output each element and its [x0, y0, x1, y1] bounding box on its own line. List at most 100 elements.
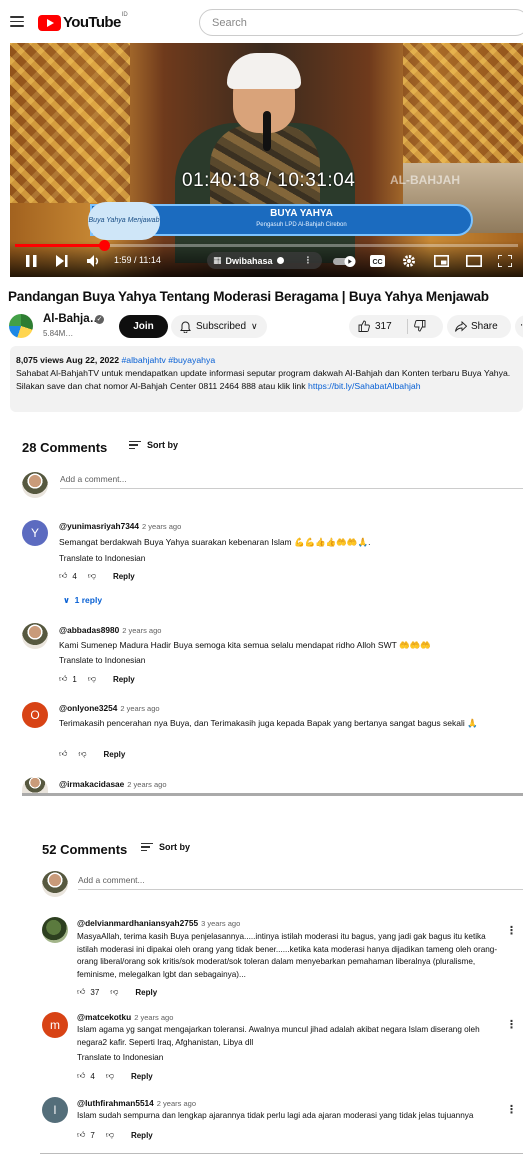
add-comment-input[interactable]: Add a comment... — [78, 875, 145, 885]
track-dot-icon — [276, 257, 284, 264]
logo-country: ID — [121, 12, 128, 18]
thumb-down-icon[interactable]: 👎︎ — [88, 571, 96, 581]
hashtags[interactable]: #albahjahtv #buyayahya — [121, 355, 215, 365]
channel-avatar[interactable] — [9, 314, 33, 338]
search-input[interactable]: Search — [199, 9, 523, 36]
subscribed-button[interactable]: Subscribed ∨ — [171, 315, 267, 338]
thumb-down-icon[interactable]: 👎︎ — [88, 674, 96, 684]
more-actions-button[interactable]: ⋯ — [515, 315, 523, 338]
comment-author[interactable]: @luthfirahman5514 2 years ago — [77, 1098, 196, 1108]
join-button[interactable]: Join — [119, 315, 168, 338]
top-bar: YouTube ID Search — [0, 0, 523, 44]
channel-name[interactable]: Al-Bahja… — [43, 313, 101, 325]
menu-icon[interactable] — [10, 16, 24, 27]
logo-text: YouTube — [63, 14, 121, 31]
thumb-up-icon[interactable]: 👍︎ — [59, 749, 67, 759]
comment-time: 3 years ago — [201, 919, 241, 928]
comment-text: Islam agama yg sangat mengajarkan tolera… — [77, 1025, 480, 1047]
translate-link[interactable]: Translate to Indonesian — [77, 1052, 163, 1062]
dislike-button[interactable] — [414, 320, 426, 335]
thumb-up-icon[interactable]: 👍︎ — [59, 674, 67, 684]
comments-count: 28 Comments — [22, 440, 108, 455]
comment-author[interactable]: @delvianmardhaniansyah2755 3 years ago — [77, 918, 240, 928]
video-player[interactable]: 01:40:18 / 10:31:04 AL-BAHJAH Buya Yahya… — [10, 43, 523, 277]
thumb-up-icon[interactable]: 👍︎ — [77, 1130, 85, 1140]
sort-by-button[interactable]: Sort by — [141, 842, 190, 852]
like-count: 37 — [90, 987, 100, 997]
comment-author[interactable]: @onlyone3254 2 years ago — [59, 703, 160, 713]
thumb-up-icon[interactable]: 👍︎ — [77, 1071, 85, 1081]
progress-bar[interactable] — [15, 240, 518, 251]
comment-avatar[interactable]: Y — [22, 520, 48, 546]
user-avatar — [22, 472, 48, 498]
comment-author[interactable]: @irmakacidasae 2 years ago — [59, 779, 167, 789]
reply-button[interactable]: Reply — [135, 988, 157, 997]
pause-icon[interactable] — [26, 255, 37, 267]
bottom-divider — [40, 1153, 523, 1154]
thumb-down-icon[interactable]: 👎︎ — [110, 987, 118, 997]
comment-avatar[interactable] — [22, 777, 48, 793]
captions-icon[interactable]: CC — [370, 255, 385, 267]
thumb-up-icon[interactable]: 👍︎ — [59, 571, 67, 581]
thumb-down-icon[interactable]: 👎︎ — [78, 749, 86, 759]
comment-actions: 👍︎ 37 👎︎ Reply — [77, 987, 157, 997]
share-button[interactable]: Share — [447, 315, 511, 338]
comment-author[interactable]: @matcekotku 2 years ago — [77, 1012, 173, 1022]
view-replies-button[interactable]: ∨ 1 reply — [63, 595, 102, 606]
reply-button[interactable]: Reply — [113, 675, 135, 684]
comment-author[interactable]: @yunimasriyah7344 2 years ago — [59, 521, 181, 531]
reply-button[interactable]: Reply — [131, 1072, 153, 1081]
comment-avatar[interactable] — [42, 917, 68, 943]
comment-text: Terimakasih pencerahan nya Buya, dan Ter… — [59, 718, 478, 728]
scrubber-handle[interactable] — [99, 240, 111, 251]
comments-count: 52 Comments — [42, 842, 128, 857]
comment-text: Semangat berdakwah Buya Yahya suarakan k… — [59, 537, 371, 547]
audio-track-pill[interactable]: ▦ Dwibahasa ⋮ — [207, 252, 322, 269]
description-link[interactable]: https://bit.ly/SahabatAlbahjah — [308, 381, 421, 391]
reply-button[interactable]: Reply — [104, 750, 126, 759]
audio-track-label: Dwibahasa — [225, 255, 273, 266]
autoplay-toggle[interactable] — [333, 256, 357, 267]
theater-mode-icon[interactable] — [466, 255, 482, 267]
add-comment-input[interactable]: Add a comment... — [60, 474, 127, 484]
comment-text: Islam sudah sempurna dan lengkap ajarann… — [77, 1111, 474, 1120]
comment-avatar[interactable]: O — [22, 702, 48, 728]
comment-avatar[interactable]: l — [42, 1097, 68, 1123]
sort-by-button[interactable]: Sort by — [129, 440, 178, 450]
volume-icon[interactable] — [87, 255, 101, 267]
comment-actions: 👍︎ 1 👎︎ Reply — [59, 674, 135, 684]
chevron-down-icon: ∨ — [251, 321, 258, 331]
thumb-down-icon[interactable]: 👎︎ — [106, 1130, 114, 1140]
comment-avatar[interactable] — [22, 623, 48, 649]
share-label: Share — [471, 321, 498, 332]
description-text: Sahabat Al-BahjahTV untuk mendapatkan up… — [16, 368, 511, 391]
translate-link[interactable]: Translate to Indonesian — [59, 553, 145, 563]
like-count: 4 — [72, 571, 77, 581]
sort-by-label: Sort by — [147, 440, 179, 450]
translate-link[interactable]: Translate to Indonesian — [59, 655, 145, 665]
view-date-meta: 8,075 views Aug 22, 2022 — [16, 355, 120, 365]
comment-menu-icon[interactable]: ⋮ — [506, 1103, 517, 1116]
thumb-down-icon[interactable]: 👎︎ — [106, 1071, 114, 1081]
comment-actions: 👍︎ 4 👎︎ Reply — [59, 571, 135, 581]
thumb-up-icon[interactable]: 👍︎ — [77, 987, 85, 997]
fullscreen-icon[interactable] — [498, 255, 512, 267]
comment-menu-icon[interactable]: ⋮ — [506, 924, 517, 937]
like-button[interactable]: 317 — [358, 320, 392, 332]
miniplayer-icon[interactable] — [434, 255, 449, 267]
audio-track-icon: ▦ — [213, 255, 222, 265]
banner-subtitle: Pengasuh LPD Al-Bahjah Cirebon — [256, 222, 347, 228]
comment-time: 2 years ago — [120, 704, 160, 713]
settings-icon[interactable] — [402, 254, 416, 268]
comment-author[interactable]: @abbadas8980 2 years ago — [59, 625, 161, 635]
youtube-logo[interactable]: YouTube ID — [38, 12, 128, 31]
sort-by-label: Sort by — [159, 842, 191, 852]
reply-button[interactable]: Reply — [113, 572, 135, 581]
description-box[interactable]: 8,075 views Aug 22, 2022 #albahjahtv #bu… — [10, 346, 523, 412]
comment-avatar[interactable]: m — [42, 1012, 68, 1038]
reply-button[interactable]: Reply — [131, 1131, 153, 1140]
user-avatar — [42, 871, 68, 897]
comment-menu-icon[interactable]: ⋮ — [506, 1018, 517, 1031]
comment-actions: 👍︎ 👎︎ Reply — [59, 749, 125, 759]
next-icon[interactable] — [56, 255, 68, 267]
